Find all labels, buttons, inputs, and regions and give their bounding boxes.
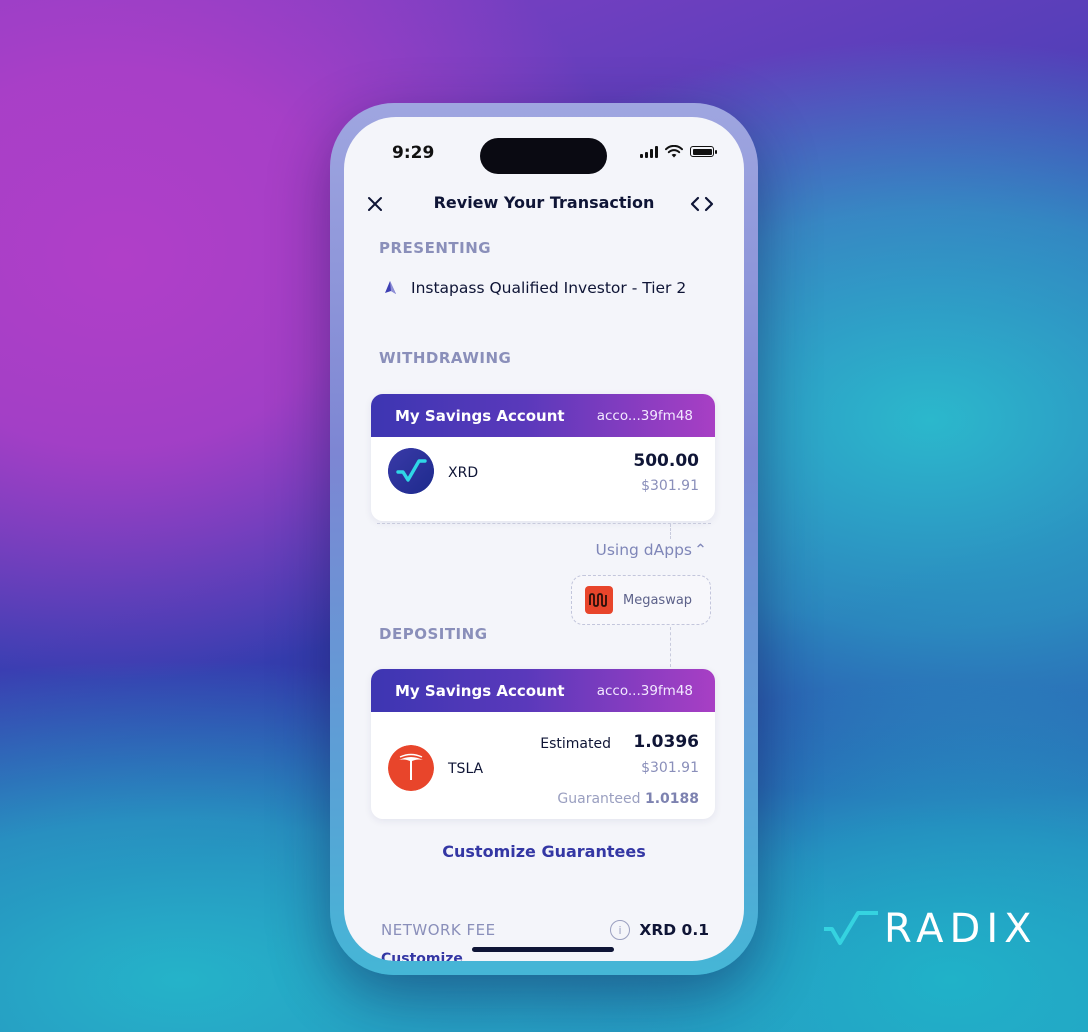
chevron-up-icon: ⌃ <box>694 541 707 559</box>
info-icon[interactable]: i <box>610 920 630 940</box>
tsla-token-icon <box>388 745 434 791</box>
depositing-section-label: DEPOSITING <box>379 625 488 643</box>
guaranteed-amount: Guaranteed 1.0188 <box>557 791 699 807</box>
network-fee-value: XRD 0.1 <box>639 921 709 939</box>
home-indicator[interactable] <box>472 947 614 952</box>
dynamic-island <box>480 138 607 174</box>
megaswap-logo-icon <box>585 586 613 614</box>
guaranteed-value: 1.0188 <box>644 791 699 807</box>
presenting-section-label: PRESENTING <box>379 239 492 257</box>
phone-frame: 9:29 Review Your Transaction PRESENTING … <box>330 103 758 975</box>
guaranteed-label: Guaranteed <box>557 791 641 807</box>
xrd-token-icon <box>388 448 434 494</box>
deposit-account-name: My Savings Account <box>395 681 565 700</box>
customize-guarantees-button[interactable]: Customize Guarantees <box>344 842 744 861</box>
withdraw-account-card: My Savings Account acco...39fm48 XRD 500… <box>371 394 715 521</box>
deposit-account-address[interactable]: acco...39fm48 <box>597 683 693 699</box>
battery-icon <box>690 146 717 157</box>
withdraw-account-address[interactable]: acco...39fm48 <box>597 408 693 424</box>
deposit-account-card: My Savings Account acco...39fm48 TSLA Es… <box>371 669 715 819</box>
wifi-icon <box>665 145 683 158</box>
cellular-signal-icon <box>640 145 658 158</box>
dapp-chip-megaswap[interactable]: Megaswap <box>571 575 711 625</box>
deposit-asset-symbol: TSLA <box>448 761 484 777</box>
badge-icon <box>385 280 396 294</box>
withdraw-account-header: My Savings Account acco...39fm48 <box>371 394 715 437</box>
deposit-account-header: My Savings Account acco...39fm48 <box>371 669 715 712</box>
page-title: Review Your Transaction <box>433 193 655 212</box>
withdraw-amount: 500.00 <box>633 451 699 471</box>
withdraw-account-name: My Savings Account <box>395 406 565 425</box>
flow-connector-line <box>670 627 671 667</box>
radix-mark-icon <box>824 911 878 945</box>
dapp-name: Megaswap <box>623 592 693 608</box>
radix-logo: RADIX <box>822 906 1038 952</box>
status-time: 9:29 <box>392 143 435 163</box>
deposit-amount: 1.0396 <box>633 732 699 752</box>
status-icons <box>640 145 717 158</box>
deposit-fiat-value: $301.91 <box>641 760 699 776</box>
status-bar: 9:29 <box>344 117 744 177</box>
fee-customize-button[interactable]: Customize <box>381 951 463 961</box>
phone-screen: 9:29 Review Your Transaction PRESENTING … <box>344 117 744 961</box>
using-dapps-label: Using dApps <box>595 541 692 559</box>
withdrawing-section-label: WITHDRAWING <box>379 349 512 367</box>
withdraw-asset-symbol: XRD <box>448 465 479 481</box>
network-fee-label: NETWORK FEE <box>381 921 496 939</box>
radix-wordmark: RADIX <box>884 906 1038 952</box>
withdraw-fiat-value: $301.91 <box>641 478 699 494</box>
presenting-badge-row[interactable]: Instapass Qualified Investor - Tier 2 <box>382 279 686 297</box>
using-dapps-toggle[interactable]: Using dApps ⌃ <box>595 541 707 559</box>
flow-connector-line <box>670 524 671 539</box>
flow-connector-line <box>377 523 711 524</box>
code-brackets-icon[interactable] <box>690 195 714 213</box>
badge-name: Instapass Qualified Investor - Tier 2 <box>411 279 687 297</box>
estimated-label: Estimated <box>540 736 611 752</box>
nav-bar: Review Your Transaction <box>344 189 744 219</box>
